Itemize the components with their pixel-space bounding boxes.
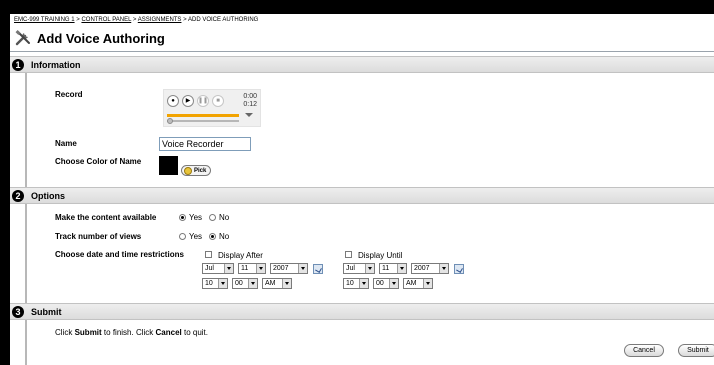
after-day-select[interactable]: 11 [238, 263, 266, 274]
track-views-label: Track number of views [55, 232, 142, 241]
until-day-select[interactable]: 11 [379, 263, 407, 274]
color-label: Choose Color of Name [55, 157, 142, 166]
chevron-down-icon[interactable] [245, 113, 253, 117]
section-header-submit: 3 Submit [10, 303, 714, 320]
breadcrumb-separator: > [132, 17, 137, 23]
calendar-icon[interactable] [313, 264, 323, 274]
section-header-options: 2 Options [10, 187, 714, 204]
step-number: 3 [12, 305, 24, 318]
voice-recorder-player: ● ▶ ❚❚ ■ 0:00 0:12 [163, 89, 261, 127]
breadcrumb: EMC-999 TRAINING 1 > CONTROL PANEL > ASS… [14, 17, 258, 23]
player-time: 0:00 0:12 [243, 93, 257, 109]
play-button[interactable]: ▶ [182, 95, 194, 107]
page-title: Add Voice Authoring [37, 30, 165, 46]
step-number: 2 [12, 189, 24, 202]
breadcrumb-control-panel[interactable]: CONTROL PANEL [81, 17, 131, 23]
color-swatch[interactable] [159, 156, 178, 175]
playback-slider-handle[interactable] [167, 118, 173, 124]
until-hour-select[interactable]: 10 [343, 278, 369, 289]
section-title: Submit [31, 306, 62, 317]
display-after-checkbox[interactable] [205, 251, 212, 258]
breadcrumb-assignments[interactable]: ASSIGNMENTS [138, 17, 182, 23]
pause-button[interactable]: ❚❚ [197, 95, 209, 107]
elapsed-time: 0:00 [243, 93, 257, 100]
available-yes-radio[interactable] [179, 214, 186, 221]
until-year-select[interactable]: 2007 [411, 263, 449, 274]
available-yes-label: Yes [189, 213, 203, 222]
after-ampm-select[interactable]: AM [262, 278, 292, 289]
record-progress-bar [167, 114, 239, 117]
after-year-select[interactable]: 2007 [270, 263, 308, 274]
tools-icon [15, 30, 30, 46]
total-time: 0:12 [243, 101, 257, 108]
breadcrumb-current: ADD VOICE AUTHORING [187, 17, 259, 23]
available-no-label: No [219, 213, 230, 222]
record-button[interactable]: ● [167, 95, 179, 107]
pick-color-button[interactable]: Pick [181, 165, 212, 176]
track-yes-radio[interactable] [179, 233, 186, 240]
cancel-button[interactable]: Cancel [624, 344, 664, 357]
name-label: Name [55, 139, 77, 148]
section-header-information: 1 Information [10, 56, 714, 73]
stop-button[interactable]: ■ [212, 95, 224, 107]
submit-instructions: Click Submit to finish. Click Cancel to … [55, 328, 208, 337]
section-body-information: Record ● ▶ ❚❚ ■ 0:00 0:12 Name Choose Co… [25, 73, 714, 190]
page-header: Add Voice Authoring [14, 28, 165, 48]
calendar-icon[interactable] [454, 264, 464, 274]
name-input[interactable] [159, 137, 251, 151]
restrictions-label: Choose date and time restrictions [55, 250, 184, 259]
after-month-select[interactable]: Jul [202, 263, 234, 274]
breadcrumb-course[interactable]: EMC-999 TRAINING 1 [14, 17, 75, 23]
page: EMC-999 TRAINING 1 > CONTROL PANEL > ASS… [10, 14, 714, 365]
breadcrumb-separator: > [183, 17, 187, 23]
display-until-label: Display Until [358, 251, 403, 260]
track-no-label: No [219, 232, 230, 241]
track-yes-label: Yes [189, 232, 203, 241]
after-hour-select[interactable]: 10 [202, 278, 228, 289]
breadcrumb-separator: > [76, 17, 80, 23]
until-minute-select[interactable]: 00 [373, 278, 399, 289]
available-no-radio[interactable] [209, 214, 216, 221]
track-no-radio[interactable] [209, 233, 216, 240]
section-title: Information [31, 59, 81, 70]
playback-slider[interactable] [167, 120, 239, 122]
until-ampm-select[interactable]: AM [403, 278, 433, 289]
section-body-submit: Click Submit to finish. Click Cancel to … [25, 320, 714, 365]
pick-label: Pick [194, 167, 207, 174]
display-after-label: Display After [218, 251, 263, 260]
color-picker-icon [184, 166, 192, 175]
step-number: 1 [12, 58, 24, 71]
available-label: Make the content available [55, 213, 157, 222]
display-until-checkbox[interactable] [345, 251, 352, 258]
record-label: Record [55, 90, 83, 99]
until-month-select[interactable]: Jul [343, 263, 375, 274]
divider [10, 51, 714, 52]
section-body-options: Make the content available Yes No Track … [25, 204, 714, 303]
section-title: Options [31, 190, 65, 201]
after-minute-select[interactable]: 00 [232, 278, 258, 289]
submit-button[interactable]: Submit [678, 344, 714, 357]
